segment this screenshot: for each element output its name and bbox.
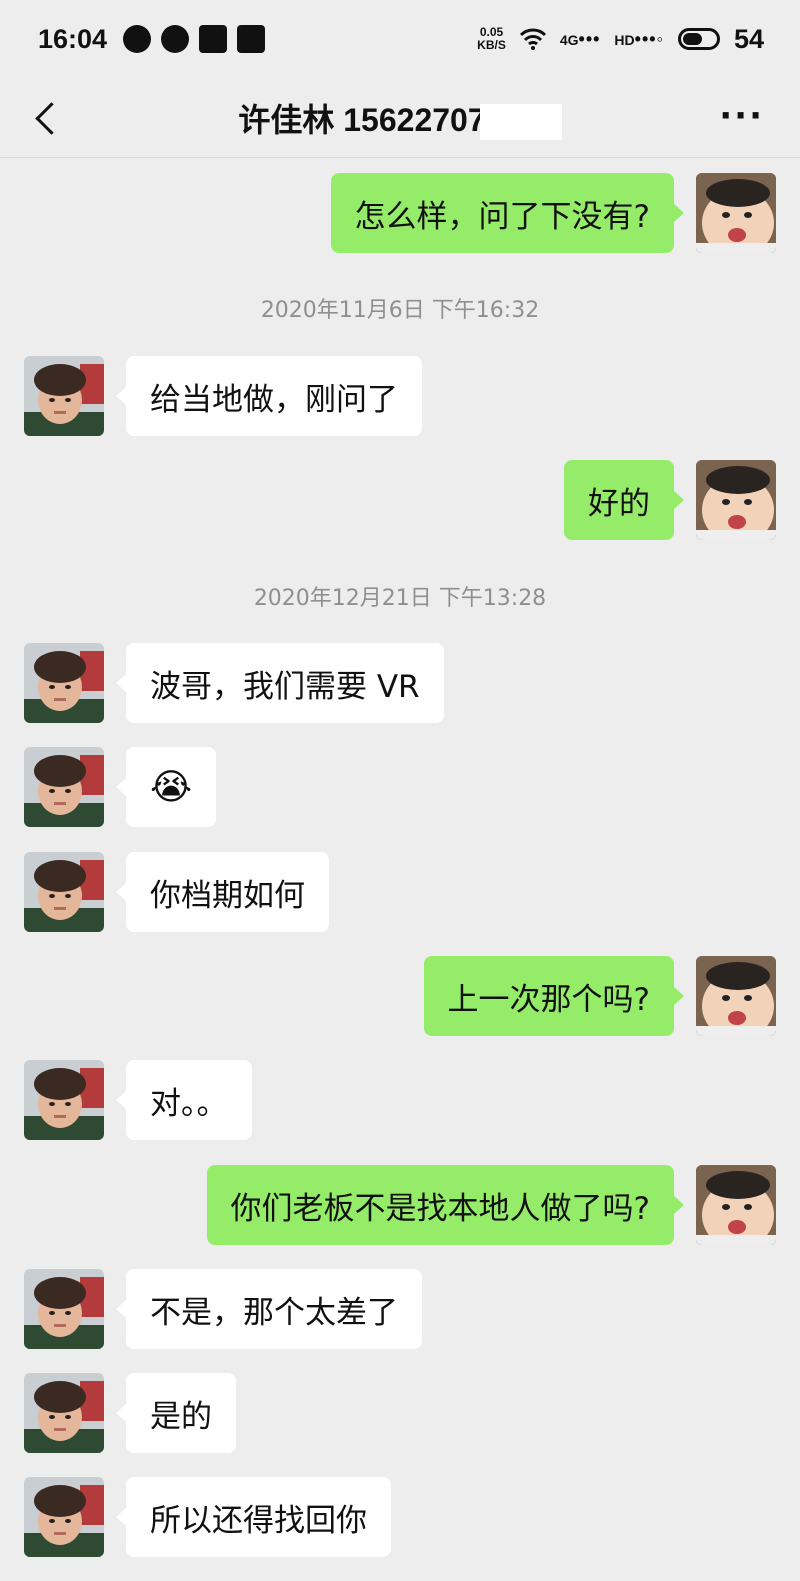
battery-icon	[677, 28, 720, 50]
message-bubble[interactable]: 给当地做，刚问了	[116, 356, 422, 436]
message-bubble[interactable]: 好的	[564, 460, 684, 540]
network-type-label: 4G	[559, 31, 579, 48]
message-bubble[interactable]: 怎么样，问了下没有?	[330, 173, 685, 253]
avatar[interactable]	[696, 460, 776, 540]
message-out: 好的	[564, 460, 776, 540]
message-bubble[interactable]: 上一次那个吗?	[423, 956, 685, 1036]
network-speed-unit: KB/S	[477, 38, 506, 52]
message-out: 你们老板不是找本地人做了吗?	[206, 1165, 776, 1245]
status-bar: 16:04 0.05 KB/S 4G••• HD•••◦ 54	[0, 0, 800, 78]
wifi-icon	[519, 28, 546, 50]
message-bubble[interactable]: 所以还得找回你	[116, 1477, 391, 1557]
status-left: 16:04	[38, 23, 266, 55]
wechat-icon	[123, 25, 152, 53]
status-right: 0.05 KB/S 4G••• HD•••◦ 54	[477, 24, 764, 55]
chat-title: 许佳林 15622707	[238, 95, 562, 141]
avatar[interactable]	[696, 173, 776, 253]
message-in: 波哥，我们需要 VR	[24, 643, 444, 723]
network-type: 4G•••	[560, 29, 601, 50]
avatar[interactable]	[24, 643, 104, 723]
battery-fill	[682, 33, 703, 45]
crying-emoji-bubble[interactable]: 😭	[115, 747, 217, 827]
message-bubble[interactable]: 不是，那个太差了	[116, 1269, 422, 1349]
drop-icon	[161, 25, 190, 53]
message-in: 😭	[24, 747, 217, 827]
status-time: 16:04	[38, 23, 108, 54]
avatar[interactable]	[696, 956, 776, 1036]
message-in: 所以还得找回你	[24, 1477, 391, 1557]
alarm-icon	[237, 25, 266, 53]
message-in: 是的	[24, 1373, 236, 1453]
timestamp: 2020年11月6日 下午16:32	[260, 298, 540, 323]
message-bubble[interactable]: 波哥，我们需要 VR	[116, 643, 444, 723]
chat-title-text: 许佳林 1562270	[238, 101, 468, 138]
message-bubble[interactable]: 你们老板不是找本地人做了吗?	[206, 1165, 685, 1245]
network-speed-value: 0.05	[479, 25, 504, 39]
battery-level: 54	[733, 23, 764, 54]
chat-header: 许佳林 15622707 ···	[0, 78, 800, 158]
avatar[interactable]	[24, 1269, 104, 1349]
signal-dots-icon: •••	[578, 28, 601, 49]
avatar[interactable]	[24, 356, 104, 436]
message-in: 对。。	[24, 1060, 252, 1140]
message-bubble[interactable]: 是的	[116, 1373, 236, 1453]
avatar[interactable]	[24, 1060, 104, 1140]
hd-label: HD	[614, 31, 635, 48]
network-speed: 0.05 KB/S	[477, 26, 506, 52]
timestamp: 2020年12月21日 下午13:28	[253, 586, 547, 611]
message-in: 给当地做，刚问了	[24, 356, 422, 436]
hd-call-icon: HD•••◦	[614, 29, 664, 50]
message-out: 上一次那个吗?	[423, 956, 776, 1036]
message-out: 怎么样，问了下没有?	[330, 173, 776, 253]
message-bubble[interactable]: 对。。	[116, 1060, 252, 1140]
message-in: 你档期如何	[24, 852, 329, 932]
avatar[interactable]	[24, 1477, 104, 1557]
avatar[interactable]	[696, 1165, 776, 1245]
image-icon	[199, 25, 228, 53]
avatar[interactable]	[24, 1373, 104, 1453]
message-in: 不是，那个太差了	[24, 1269, 422, 1349]
avatar[interactable]	[24, 747, 104, 827]
back-arrow-icon[interactable]	[30, 98, 70, 138]
redaction-block	[479, 104, 562, 141]
message-bubble[interactable]: 你档期如何	[116, 852, 329, 932]
signal-dots-icon-2: •••◦	[634, 28, 664, 49]
more-options-icon[interactable]: ···	[719, 99, 764, 133]
avatar[interactable]	[24, 852, 104, 932]
